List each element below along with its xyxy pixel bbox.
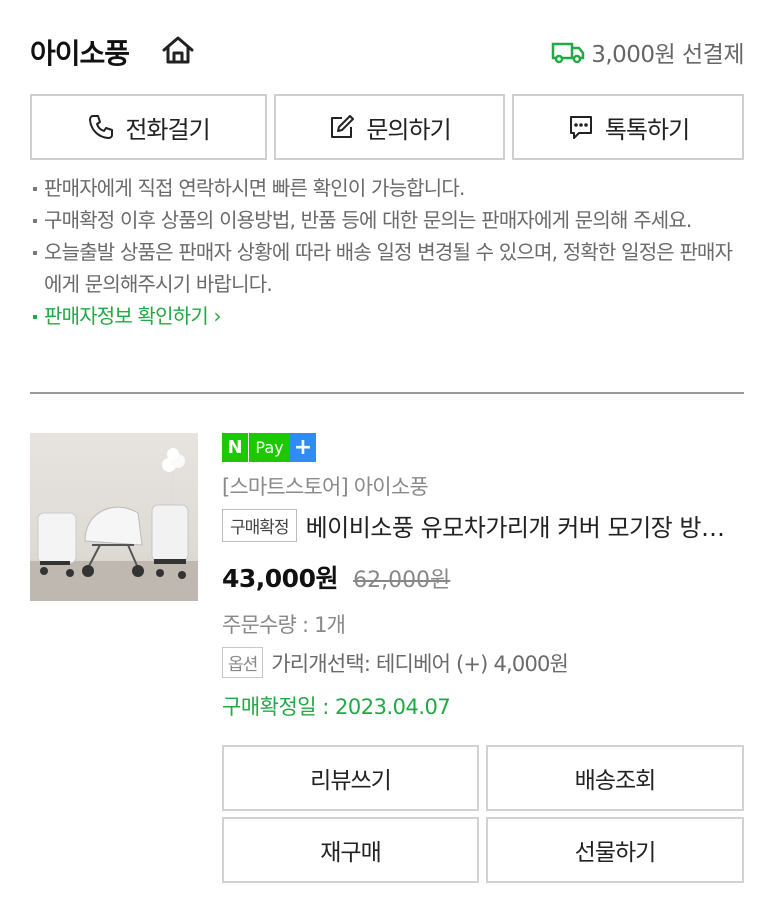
note-item: 오늘출발 상품은 판매자 상황에 따라 배송 일정 변경될 수 있으며, 정확한…: [30, 236, 746, 300]
chat-icon: [569, 116, 592, 139]
track-delivery-button[interactable]: 배송조회: [486, 745, 744, 811]
store-header: 아이소풍 3,000원 선결제: [30, 28, 744, 72]
seller-info-link[interactable]: 판매자정보 확인하기 ›: [30, 300, 746, 332]
call-button[interactable]: 전화걸기: [30, 94, 267, 160]
npay-pay-label: Pay: [248, 433, 290, 462]
status-badge: 구매확정: [222, 508, 297, 542]
npay-plus-icon: +: [290, 433, 316, 462]
gift-button[interactable]: 선물하기: [486, 817, 744, 883]
seller-info-link-label: 판매자정보 확인하기: [44, 304, 209, 328]
option-badge: 옵션: [222, 647, 264, 678]
chevron-right-icon: ›: [207, 304, 222, 328]
call-button-label: 전화걸기: [125, 115, 210, 144]
shipping-text: 3,000원 선결제: [591, 42, 744, 68]
note-item: 판매자에게 직접 연락하시면 빠른 확인이 가능합니다.: [30, 172, 746, 204]
option-text: 가리개선택: 테디베어 (+) 4,000원: [271, 651, 569, 676]
price: 43,000원: [222, 564, 338, 593]
contact-buttons: 전화걸기 문의하기 톡톡하기: [30, 94, 744, 160]
option-row: 옵션 가리개선택: 테디베어 (+) 4,000원: [222, 647, 569, 678]
store-name[interactable]: 아이소풍: [30, 32, 130, 72]
store-line: [스마트스토어] 아이소풍: [222, 475, 429, 499]
product-title[interactable]: 베이비소풍 유모차가리개 커버 모기장 방풍 방한 다용도: [306, 508, 744, 543]
stroller-image: [30, 448, 198, 601]
talk-button-label: 톡톡하기: [604, 115, 690, 144]
inquiry-button-label: 문의하기: [366, 115, 451, 144]
note-item: 구매확정 이후 상품의 이용방법, 반품 등에 대한 문의는 판매자에게 문의해…: [30, 204, 746, 236]
order-quantity: 주문수량 : 1개: [222, 613, 346, 637]
review-button[interactable]: 리뷰쓰기: [222, 745, 479, 811]
seller-notes: 판매자에게 직접 연락하시면 빠른 확인이 가능합니다. 구매확정 이후 상품의…: [30, 172, 746, 332]
talk-button[interactable]: 톡톡하기: [512, 94, 744, 160]
confirm-date: 구매확정일 : 2023.04.07: [222, 695, 451, 719]
inquiry-button[interactable]: 문의하기: [274, 94, 505, 160]
phone-icon: [89, 115, 114, 139]
edit-icon: [331, 115, 355, 138]
original-price: 62,000원: [353, 568, 451, 593]
shipping-info: 3,000원 선결제: [551, 35, 744, 69]
price-row: 43,000원 62,000원: [222, 559, 450, 595]
npay-n-logo: N: [222, 433, 248, 462]
truck-icon: [551, 42, 585, 64]
npay-badge: N Pay +: [222, 433, 316, 462]
section-divider: [30, 392, 744, 394]
product-thumbnail[interactable]: [30, 433, 198, 601]
product-title-row[interactable]: 구매확정 베이비소풍 유모차가리개 커버 모기장 방풍 방한 다용도: [222, 507, 744, 543]
rebuy-button[interactable]: 재구매: [222, 817, 479, 883]
home-icon[interactable]: [161, 34, 195, 66]
